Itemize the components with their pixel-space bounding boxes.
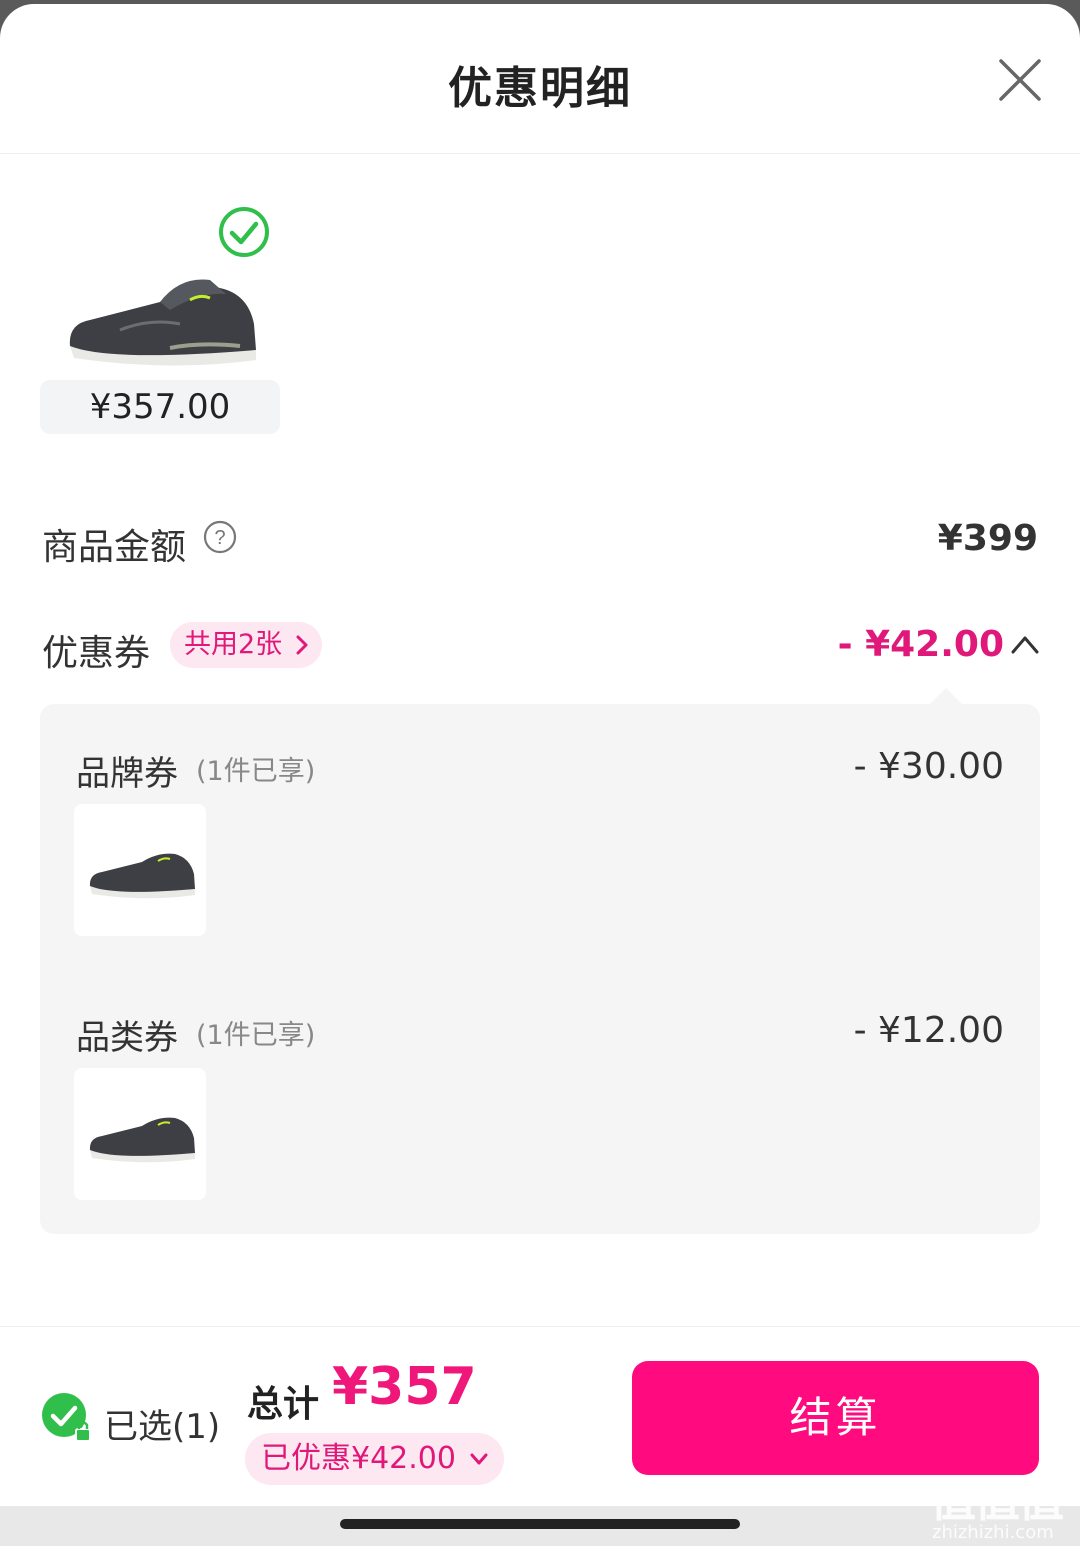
chevron-up-icon[interactable] — [1010, 632, 1040, 656]
checked-icon[interactable] — [218, 206, 270, 258]
discount-summary-text: 已优惠¥42.00 — [261, 1441, 456, 1476]
coupon-product-thumb — [74, 804, 206, 936]
coupon-total: - ¥42.00 — [837, 624, 1004, 665]
discount-summary-pill[interactable]: 已优惠¥42.00 — [245, 1433, 504, 1485]
subtotal-label: 商品金额 — [42, 527, 187, 568]
subtotal-value: ¥399 — [937, 518, 1038, 559]
watermark: 值值值 — [930, 1473, 1064, 1527]
question-icon[interactable]: ? — [203, 520, 237, 554]
coupon-note: (1件已享) — [196, 756, 316, 787]
chevron-right-icon — [296, 635, 308, 655]
coupon-product-thumb — [74, 1068, 206, 1200]
select-all-check-icon[interactable] — [40, 1391, 94, 1445]
selected-count: 已选(1) — [104, 1407, 221, 1447]
shoe-image — [89, 853, 195, 899]
bottom-bar: 已选(1) 总计 ¥357 已优惠¥42.00 结算 — [0, 1326, 1080, 1506]
shoe-image — [69, 279, 256, 366]
close-icon[interactable] — [998, 58, 1042, 102]
product-card[interactable]: ¥357.00 — [40, 194, 280, 434]
coupon-label: 优惠券 — [42, 633, 151, 674]
coupon-name: 品类券 — [76, 1018, 178, 1058]
page-title: 优惠明细 — [448, 63, 632, 114]
checkout-button[interactable]: 结算 — [632, 1361, 1039, 1475]
svg-text:?: ? — [214, 527, 225, 549]
coupon-note: (1件已享) — [196, 1020, 316, 1051]
coupon-amount: - ¥12.00 — [853, 1010, 1004, 1051]
product-price: ¥357.00 — [40, 380, 280, 434]
watermark-url: zhizhizhi.com — [932, 1522, 1054, 1543]
total-label: 总计 — [247, 1384, 320, 1425]
panel-pointer — [930, 688, 962, 704]
home-indicator[interactable] — [340, 1519, 740, 1529]
shoe-image — [89, 1117, 195, 1163]
coupon-name: 品牌券 — [76, 754, 178, 794]
sheet-header: 优惠明细 — [0, 4, 1080, 154]
chevron-down-icon — [470, 1453, 488, 1465]
coupon-count-badge[interactable]: 共用2张 — [170, 622, 323, 668]
coupon-badge-text: 共用2张 — [184, 629, 283, 660]
coupon-amount: - ¥30.00 — [853, 746, 1004, 787]
discount-detail-sheet: 优惠明细 ¥357.00 商品金额 ? ¥399 优惠券 共用2张 - ¥42.… — [0, 4, 1080, 1546]
total-value: ¥357 — [332, 1357, 477, 1417]
